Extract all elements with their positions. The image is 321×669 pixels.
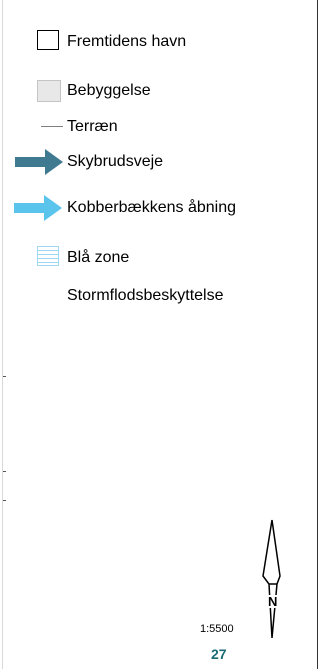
legend-label: Stormflodsbeskyttelse — [67, 287, 224, 304]
legend-label: Skybrudsveje — [67, 153, 164, 170]
scale-text: 1:5500 — [200, 623, 234, 635]
legend-item-kobberbaekkens-aabning: Kobberbækkens åbning — [14, 193, 304, 223]
legend-label: Fremtidens havn — [67, 33, 187, 50]
square-outline-icon — [26, 27, 72, 57]
striped-zone-icon — [26, 243, 72, 273]
frame-tick — [3, 376, 6, 377]
north-arrow-icon: N — [258, 518, 288, 643]
legend-label: Blå zone — [67, 249, 130, 266]
legend-label: Kobberbækkens åbning — [67, 199, 237, 216]
north-label: N — [267, 594, 279, 609]
light-blue-arrow-icon — [14, 193, 72, 223]
frame-tick — [3, 500, 6, 501]
legend-item-fremtidens-havn: Fremtidens havn — [14, 27, 304, 57]
legend-item-terraen: Terræn — [14, 112, 304, 142]
terrain-line-icon — [26, 112, 72, 142]
legend-item-bebyggelse: Bebyggelse — [14, 76, 304, 106]
page-number: 27 — [211, 646, 227, 662]
legend-item-skybrudsveje: Skybrudsveje — [14, 147, 304, 177]
legend-item-stormflodsbeskyttelse: Stormflodsbeskyttelse — [14, 281, 304, 311]
dark-blue-arrow-icon — [15, 147, 72, 177]
legend-label: Bebyggelse — [67, 82, 151, 99]
legend-label: Terræn — [67, 118, 118, 135]
frame-tick — [3, 471, 6, 472]
building-area-icon — [26, 76, 72, 106]
legend-item-blaa-zone: Blå zone — [14, 243, 304, 273]
